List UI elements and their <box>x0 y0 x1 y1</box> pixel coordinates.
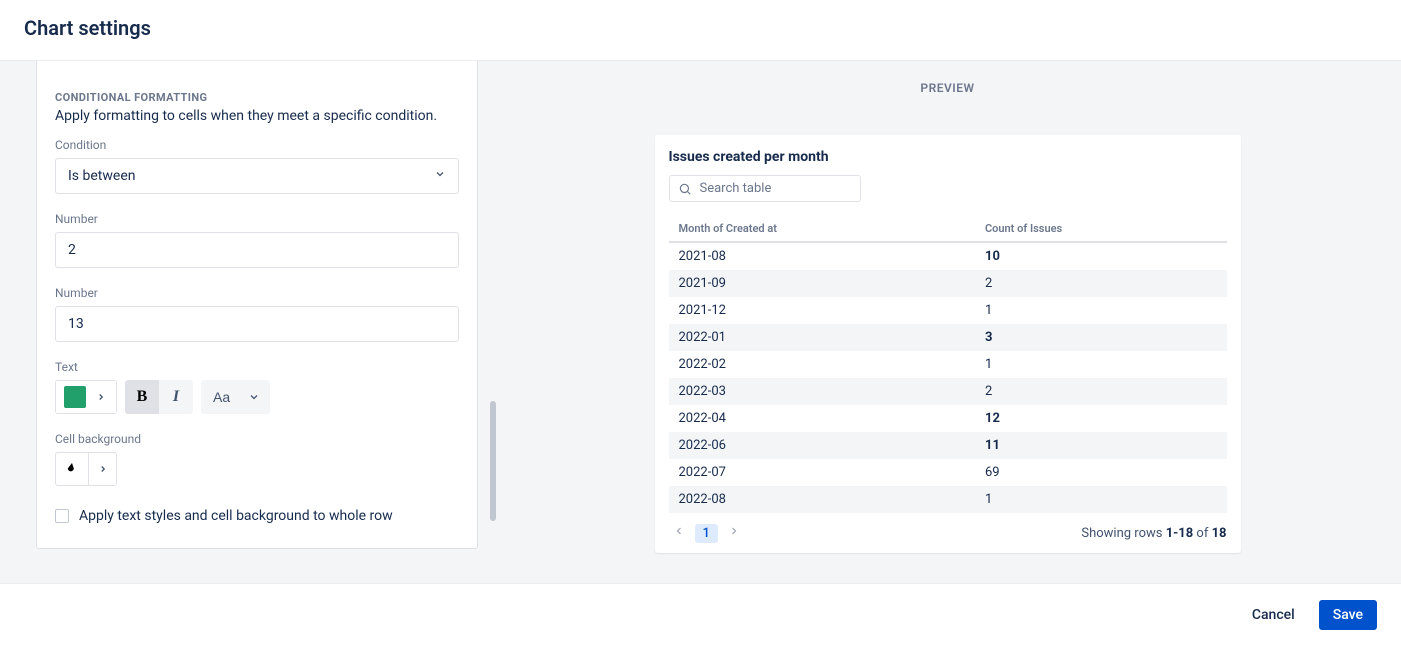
cell-month: 2021-08 <box>669 242 975 270</box>
modal-body: CONDITIONAL FORMATTING Apply formatting … <box>0 61 1401 583</box>
bold-italic-group: B I <box>125 380 193 414</box>
cell-count: 2 <box>975 378 1227 405</box>
section-description: Apply formatting to cells when they meet… <box>55 108 459 124</box>
cell-count: 10 <box>975 242 1227 270</box>
page-title: Chart settings <box>24 16 1377 40</box>
cell-count: 2 <box>975 270 1227 297</box>
preview-card: Issues created per month Month of Create… <box>655 135 1241 553</box>
cell-count: 1 <box>975 486 1227 513</box>
table-row: 2022-0769 <box>669 459 1227 486</box>
bold-button[interactable]: B <box>125 380 159 414</box>
search-table-wrap[interactable] <box>669 175 861 202</box>
col-header-count[interactable]: Count of Issues <box>975 216 1227 242</box>
cell-month: 2022-03 <box>669 378 975 405</box>
table-row: 2022-013 <box>669 324 1227 351</box>
text-color-button[interactable] <box>55 380 92 414</box>
cell-month: 2022-02 <box>669 351 975 378</box>
cell-count: 3 <box>975 324 1227 351</box>
aa-label: Aa <box>213 389 230 405</box>
col-header-month[interactable]: Month of Created at <box>669 216 975 242</box>
search-input[interactable] <box>700 181 852 196</box>
text-color-swatch <box>64 386 86 408</box>
table-row: 2022-081 <box>669 486 1227 513</box>
preview-column: PREVIEW Issues created per month Month o… <box>490 61 1401 583</box>
number-min-label: Number <box>55 212 459 226</box>
conditional-formatting-panel: CONDITIONAL FORMATTING Apply formatting … <box>36 61 478 549</box>
pager-controls: 1 <box>669 523 744 543</box>
cell-month: 2022-06 <box>669 432 975 459</box>
text-color-group <box>55 380 117 414</box>
preview-label: PREVIEW <box>920 81 974 95</box>
scrollbar-thumb[interactable] <box>490 401 496 521</box>
number-min-input[interactable] <box>55 232 459 268</box>
cell-bg-label: Cell background <box>55 432 459 446</box>
paint-icon <box>56 460 88 478</box>
table-row: 2022-032 <box>669 378 1227 405</box>
cell-month: 2022-07 <box>669 459 975 486</box>
whole-row-label: Apply text styles and cell background to… <box>79 508 393 524</box>
number-max-input[interactable] <box>55 306 459 342</box>
cell-count: 11 <box>975 432 1227 459</box>
chevron-down-icon <box>434 168 446 184</box>
modal-footer: Cancel Save <box>0 583 1401 646</box>
text-transform-group: Aa <box>201 380 270 414</box>
pager-page-1[interactable]: 1 <box>695 524 718 543</box>
text-toolbar: B I Aa <box>55 380 459 414</box>
cell-count: 1 <box>975 351 1227 378</box>
condition-select[interactable]: Is between <box>55 158 459 194</box>
cell-month: 2022-01 <box>669 324 975 351</box>
pager-next[interactable] <box>724 523 744 543</box>
data-table: Month of Created at Count of Issues 2021… <box>669 216 1227 513</box>
table-row: 2022-021 <box>669 351 1227 378</box>
table-row: 2022-0611 <box>669 432 1227 459</box>
cell-bg-dropdown[interactable] <box>88 453 116 485</box>
whole-row-checkbox[interactable] <box>55 509 69 523</box>
condition-label: Condition <box>55 138 459 152</box>
text-style-label: Text <box>55 360 459 374</box>
section-heading: CONDITIONAL FORMATTING <box>55 91 459 104</box>
modal-header: Chart settings <box>0 0 1401 61</box>
table-row: 2021-121 <box>669 297 1227 324</box>
text-transform-button[interactable]: Aa <box>201 380 238 414</box>
pager-prev[interactable] <box>669 523 689 543</box>
cell-count: 69 <box>975 459 1227 486</box>
table-row: 2021-0810 <box>669 242 1227 270</box>
cell-month: 2021-09 <box>669 270 975 297</box>
cell-bg-button[interactable] <box>55 452 117 486</box>
cell-count: 1 <box>975 297 1227 324</box>
cell-count: 12 <box>975 405 1227 432</box>
cell-month: 2022-08 <box>669 486 975 513</box>
pagination: 1 Showing rows 1-18 of 18 <box>669 523 1227 543</box>
condition-value: Is between <box>68 168 135 184</box>
chart-title: Issues created per month <box>669 149 1227 165</box>
table-row: 2021-092 <box>669 270 1227 297</box>
table-row: 2022-0412 <box>669 405 1227 432</box>
cell-month: 2022-04 <box>669 405 975 432</box>
text-color-dropdown[interactable] <box>92 380 117 414</box>
search-icon <box>678 182 692 196</box>
rows-info: Showing rows 1-18 of 18 <box>1081 526 1226 541</box>
italic-button[interactable]: I <box>159 380 193 414</box>
settings-column: CONDITIONAL FORMATTING Apply formatting … <box>0 61 490 583</box>
cell-month: 2021-12 <box>669 297 975 324</box>
save-button[interactable]: Save <box>1319 600 1377 630</box>
whole-row-checkbox-row[interactable]: Apply text styles and cell background to… <box>55 508 459 524</box>
number-max-label: Number <box>55 286 459 300</box>
cancel-button[interactable]: Cancel <box>1238 600 1309 630</box>
text-transform-dropdown[interactable] <box>238 380 270 414</box>
